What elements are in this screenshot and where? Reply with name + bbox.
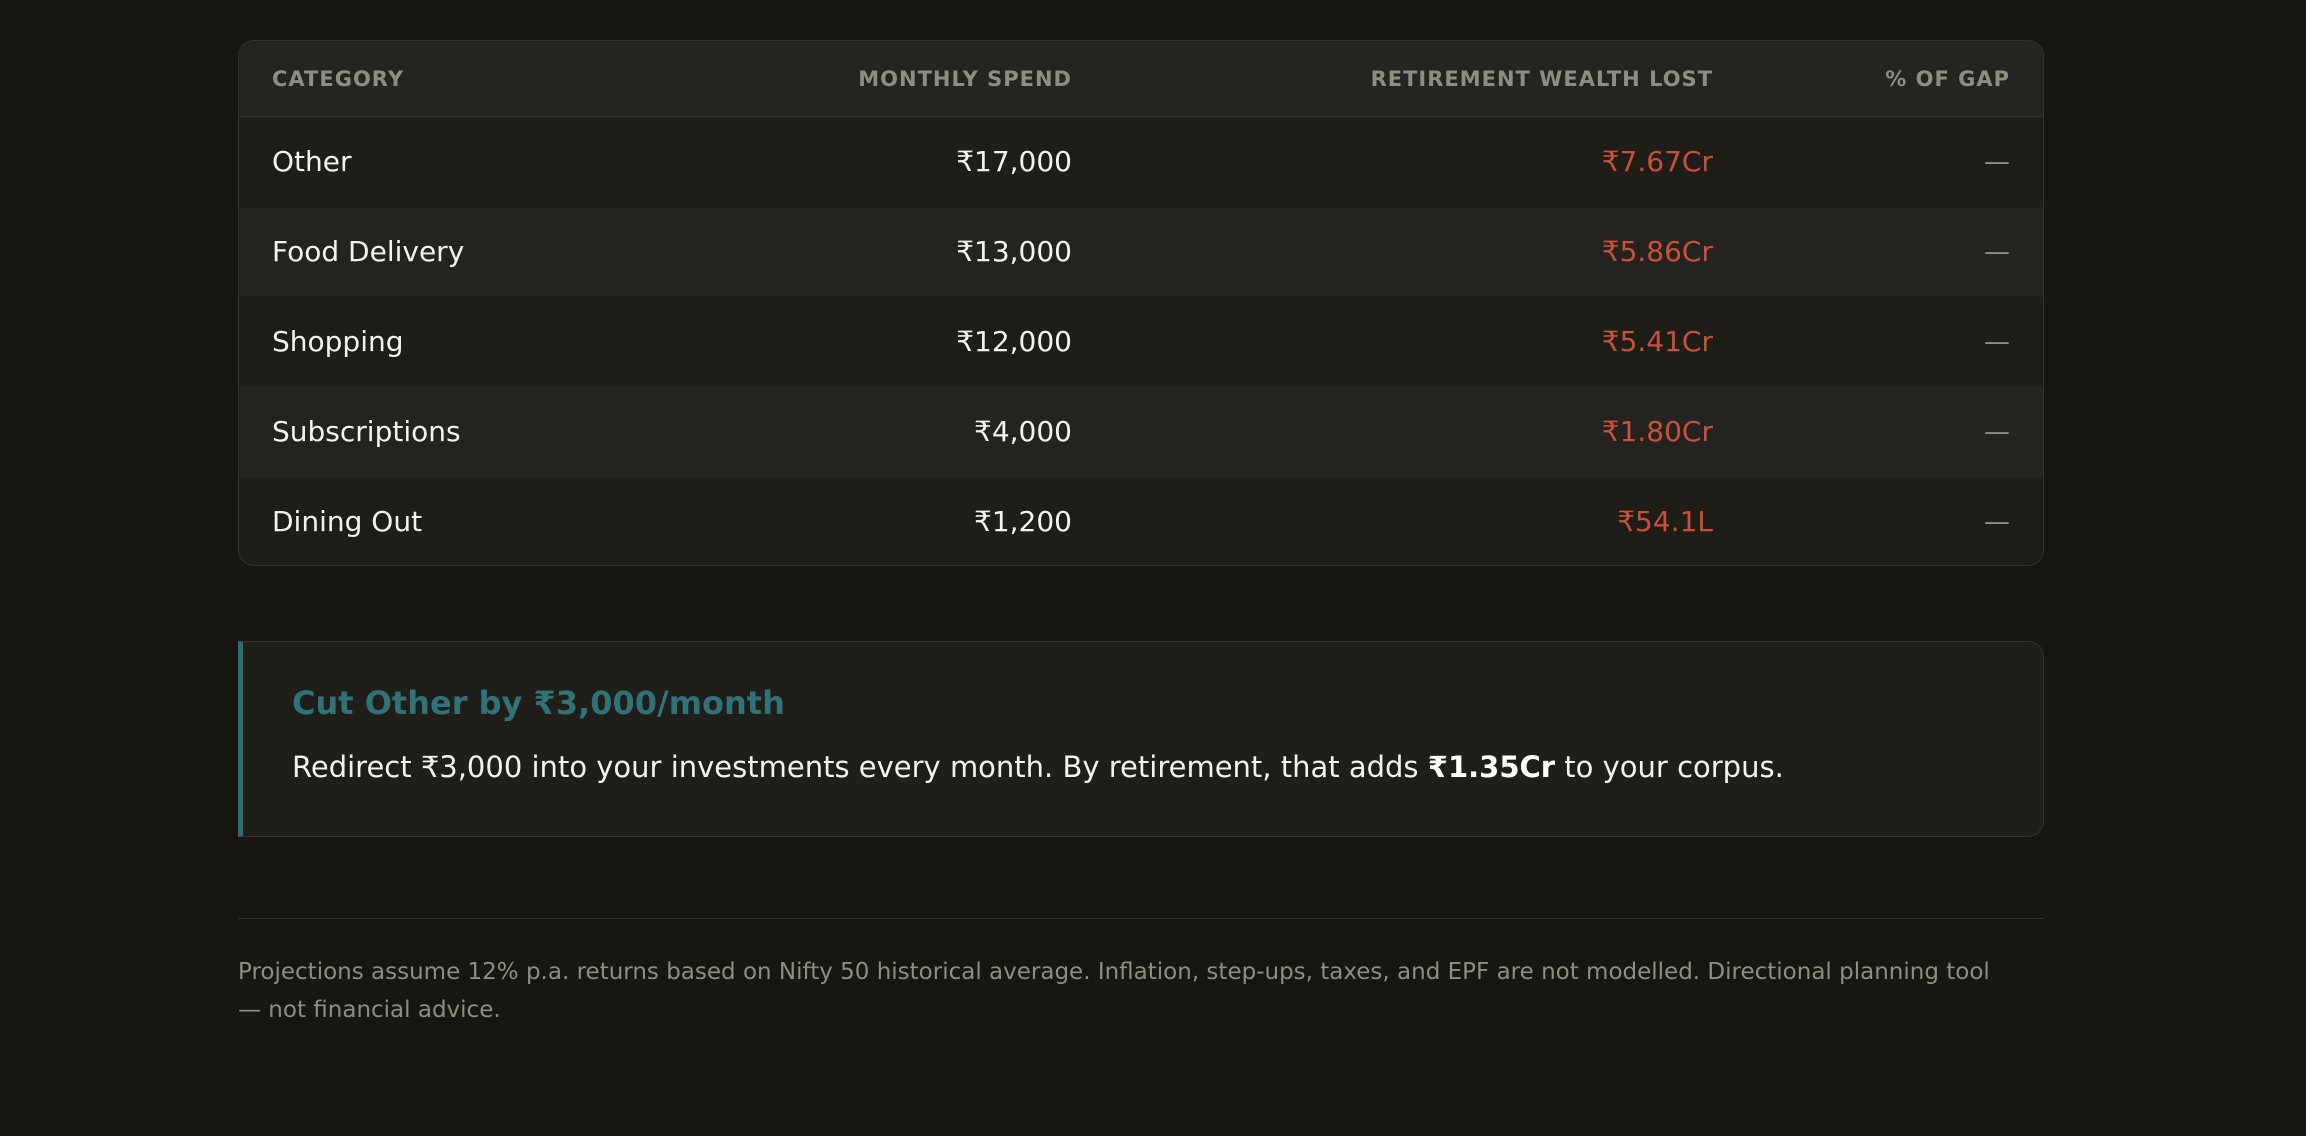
- row-monthly-spend: ₹13,000: [956, 235, 1072, 268]
- row-wealth-lost: ₹5.41Cr: [1601, 325, 1713, 358]
- savings-tip-card: Cut Other by ₹3,000/month Redirect ₹3,00…: [238, 641, 2044, 837]
- header-gap-pct: % OF GAP: [1885, 67, 2010, 91]
- row-gap-pct: —: [1984, 147, 2010, 177]
- footer-divider: [238, 918, 2044, 919]
- row-category: Food Delivery: [272, 235, 465, 268]
- table-header: CATEGORY MONTHLY SPEND RETIREMENT WEALTH…: [239, 41, 2043, 117]
- row-gap-pct: —: [1984, 327, 2010, 357]
- row-monthly-spend: ₹1,200: [974, 505, 1072, 538]
- row-wealth-lost: ₹5.86Cr: [1601, 235, 1713, 268]
- table-row: Dining Out ₹1,200 ₹54.1L —: [239, 477, 2043, 565]
- row-category: Other: [272, 145, 352, 178]
- row-wealth-lost: ₹7.67Cr: [1601, 145, 1713, 178]
- spending-breakdown-table: CATEGORY MONTHLY SPEND RETIREMENT WEALTH…: [238, 40, 2044, 566]
- page: CATEGORY MONTHLY SPEND RETIREMENT WEALTH…: [0, 0, 2306, 1136]
- header-category: CATEGORY: [272, 67, 405, 91]
- table-row: Subscriptions ₹4,000 ₹1.80Cr —: [239, 387, 2043, 477]
- row-category: Subscriptions: [272, 415, 461, 448]
- row-gap-pct: —: [1984, 507, 2010, 537]
- row-monthly-spend: ₹17,000: [956, 145, 1072, 178]
- row-monthly-spend: ₹4,000: [974, 415, 1072, 448]
- tip-title: Cut Other by ₹3,000/month: [292, 684, 785, 722]
- row-gap-pct: —: [1984, 237, 2010, 267]
- row-category: Dining Out: [272, 505, 423, 538]
- header-wealth-lost: RETIREMENT WEALTH LOST: [1370, 67, 1713, 91]
- row-gap-pct: —: [1984, 417, 2010, 447]
- row-wealth-lost: ₹1.80Cr: [1601, 415, 1713, 448]
- table-row: Other ₹17,000 ₹7.67Cr —: [239, 117, 2043, 207]
- tip-body-suffix: to your corpus.: [1555, 750, 1784, 784]
- tip-body-highlight: ₹1.35Cr: [1427, 750, 1556, 784]
- row-category: Shopping: [272, 325, 404, 358]
- tip-body-prefix: Redirect ₹3,000 into your investments ev…: [292, 750, 1428, 784]
- row-monthly-spend: ₹12,000: [956, 325, 1072, 358]
- tip-body: Redirect ₹3,000 into your investments ev…: [292, 750, 1784, 784]
- table-row: Food Delivery ₹13,000 ₹5.86Cr —: [239, 207, 2043, 297]
- header-monthly-spend: MONTHLY SPEND: [858, 67, 1072, 91]
- row-wealth-lost: ₹54.1L: [1617, 505, 1713, 538]
- disclaimer-text: Projections assume 12% p.a. returns base…: [238, 959, 1990, 1023]
- table-row: Shopping ₹12,000 ₹5.41Cr —: [239, 297, 2043, 387]
